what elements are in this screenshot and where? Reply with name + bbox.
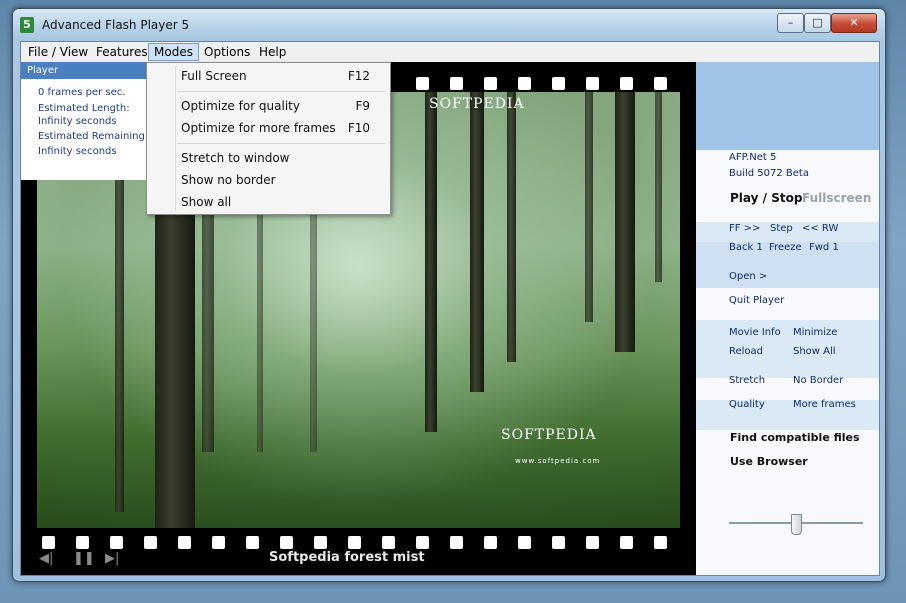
- minimize-link[interactable]: Minimize: [793, 327, 837, 338]
- softpedia-logo-bottom: SOFTPEDIA: [501, 427, 597, 443]
- maximize-button[interactable]: □: [804, 13, 831, 33]
- estimated-length-label: Estimated Length:: [38, 103, 130, 114]
- minimize-button[interactable]: –: [777, 13, 804, 33]
- info-header: Player: [21, 62, 148, 79]
- movie-caption: Softpedia forest mist: [269, 550, 425, 565]
- shortcut-f9: F9: [355, 99, 370, 113]
- quit-button[interactable]: Quit Player: [729, 295, 784, 306]
- control-panel: AFP.Net 5 Build 5072 Beta Play / Stop Fu…: [696, 62, 879, 575]
- shortcut-f12: F12: [347, 69, 370, 83]
- freeze-button[interactable]: Freeze: [769, 242, 802, 253]
- fullscreen-button[interactable]: Fullscreen: [802, 191, 871, 205]
- shortcut-f10: F10: [347, 121, 370, 135]
- menu-item-stretch-to-window[interactable]: Stretch to window: [181, 151, 290, 165]
- menu-bar: File / View Features Modes Options Help: [21, 42, 879, 62]
- softpedia-url: www.softpedia.com: [515, 457, 601, 465]
- volume-slider-thumb[interactable]: [791, 514, 802, 535]
- estimated-remaining-label: Estimated Remaining: [38, 131, 145, 142]
- close-button[interactable]: ✕: [831, 13, 877, 33]
- softpedia-logo-top: SOFTPEDIA: [429, 96, 525, 112]
- skip-back-icon[interactable]: ◀​|: [39, 551, 53, 566]
- window-title: Advanced Flash Player 5: [42, 18, 190, 32]
- film-sprockets-bottom: [21, 534, 696, 551]
- estimated-length-value: Infinity seconds: [38, 116, 117, 127]
- use-browser-button[interactable]: Use Browser: [730, 455, 808, 468]
- fwd1-button[interactable]: Fwd 1: [809, 242, 839, 253]
- menu-item-optimize-frames[interactable]: Optimize for more frames: [181, 121, 336, 135]
- pause-icon[interactable]: ❚❚: [73, 551, 95, 566]
- estimated-remaining-value: Infinity seconds: [38, 146, 117, 157]
- open-button[interactable]: Open >: [729, 271, 767, 282]
- back1-button[interactable]: Back 1: [729, 242, 763, 253]
- show-all-link[interactable]: Show All: [793, 346, 836, 357]
- fps-readout: 0 frames per sec.: [38, 87, 126, 98]
- menu-options[interactable]: Options: [199, 44, 255, 60]
- menu-help[interactable]: Help: [254, 44, 291, 60]
- menu-modes[interactable]: Modes: [148, 43, 199, 61]
- play-stop-button[interactable]: Play / Stop: [730, 191, 802, 205]
- menu-item-show-all[interactable]: Show all: [181, 195, 231, 209]
- rw-button[interactable]: << RW: [802, 223, 838, 234]
- movie-info-button[interactable]: Movie Info: [729, 327, 781, 338]
- menu-file-view[interactable]: File / View: [23, 44, 93, 60]
- skip-forward-icon[interactable]: ▶|: [105, 551, 119, 566]
- menu-item-show-no-border[interactable]: Show no border: [181, 173, 276, 187]
- app-icon: 5: [20, 17, 34, 33]
- quality-link[interactable]: Quality: [729, 399, 765, 410]
- build-label: Build 5072 Beta: [729, 168, 809, 179]
- ff-button[interactable]: FF >>: [729, 223, 760, 234]
- stretch-link[interactable]: Stretch: [729, 375, 765, 386]
- version-label: AFP.Net 5: [729, 152, 777, 163]
- menu-features[interactable]: Features: [91, 44, 153, 60]
- no-border-link[interactable]: No Border: [793, 375, 843, 386]
- more-frames-link[interactable]: More frames: [793, 399, 856, 410]
- step-button[interactable]: Step: [770, 223, 793, 234]
- title-bar[interactable]: 5 Advanced Flash Player 5 – □ ✕: [13, 9, 885, 41]
- modes-dropdown-menu: Full Screen F12 Optimize for quality F9 …: [146, 62, 391, 215]
- find-files-button[interactable]: Find compatible files: [730, 431, 860, 444]
- menu-item-optimize-quality[interactable]: Optimize for quality: [181, 99, 300, 113]
- reload-button[interactable]: Reload: [729, 346, 763, 357]
- app-window: 5 Advanced Flash Player 5 – □ ✕ File / V…: [12, 8, 886, 582]
- player-info-panel: Player 0 frames per sec. Estimated Lengt…: [21, 62, 148, 180]
- menu-item-full-screen[interactable]: Full Screen: [181, 69, 247, 83]
